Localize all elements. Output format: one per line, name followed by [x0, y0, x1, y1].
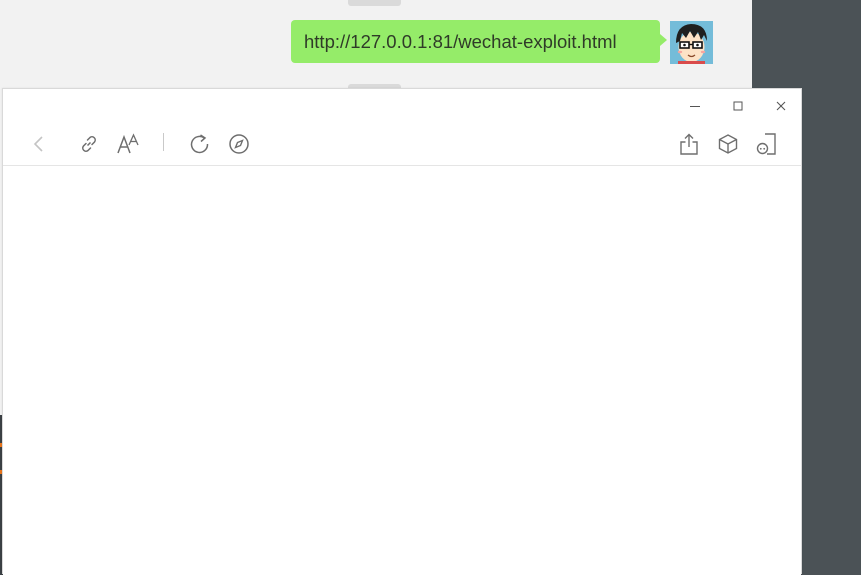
share-button[interactable]: [674, 129, 704, 159]
back-icon: [33, 136, 43, 152]
avatar[interactable]: [670, 21, 713, 64]
minimize-button[interactable]: [680, 95, 710, 117]
chat-message-bubble[interactable]: http://127.0.0.1:81/wechat-exploit.html: [291, 20, 660, 63]
open-in-browser-button[interactable]: [224, 129, 254, 159]
chat-bubble-tail: [660, 34, 667, 46]
minimize-icon: [690, 106, 700, 107]
share-icon: [680, 133, 698, 155]
mini-program-button[interactable]: [713, 129, 743, 159]
copy-link-button[interactable]: [74, 129, 104, 159]
copy-link-icon: [82, 136, 96, 152]
open-in-browser-icon: [229, 134, 249, 154]
close-button[interactable]: [766, 95, 796, 117]
floating-window-button[interactable]: [752, 129, 782, 159]
font-size-icon: [117, 133, 139, 154]
toolbar-separator: [163, 133, 164, 151]
back-button[interactable]: [24, 129, 54, 159]
floating-window-icon: [756, 133, 776, 155]
browser-toolbar: [3, 129, 801, 165]
mini-program-cube-icon: [718, 134, 738, 154]
browser-window: [2, 88, 802, 575]
maximize-icon: [733, 101, 743, 111]
maximize-button[interactable]: [723, 95, 753, 117]
font-size-button[interactable]: [113, 129, 143, 159]
close-icon: [776, 101, 786, 111]
refresh-button[interactable]: [185, 129, 215, 159]
chat-divider-top: [348, 0, 401, 6]
refresh-icon: [190, 134, 209, 154]
web-content-area[interactable]: [3, 166, 801, 575]
chat-message-text[interactable]: http://127.0.0.1:81/wechat-exploit.html: [304, 31, 617, 52]
